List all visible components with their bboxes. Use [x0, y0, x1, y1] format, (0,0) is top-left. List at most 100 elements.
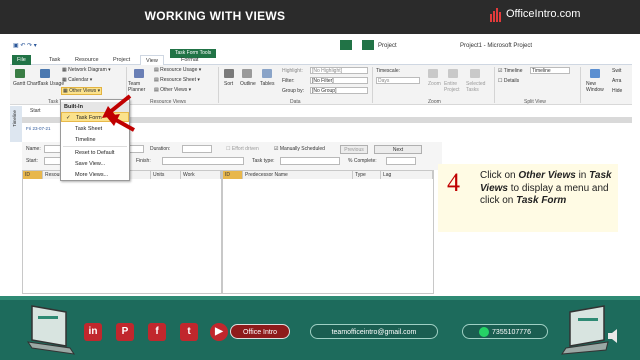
switch-windows-button[interactable]: Swit [612, 68, 621, 74]
grid-right-col-id: ID [223, 171, 243, 179]
effort-driven-checkbox[interactable]: ☐ Effort driven [226, 146, 259, 152]
entire-project-icon [448, 69, 458, 78]
youtube-icon[interactable]: ▶ [210, 323, 228, 341]
timeline-start-label: Start [30, 108, 41, 114]
menu-item-more-views[interactable]: More Views... [61, 170, 129, 180]
resource-usage-label: Resource Usage [160, 67, 198, 73]
timeline-side-strip: Timeline [10, 106, 22, 142]
phone-number: 7355107776 [492, 329, 531, 336]
task-type-label: Task type: [252, 158, 275, 164]
email-link[interactable]: teamofficeintro@gmail.com [310, 324, 438, 339]
tab-format[interactable]: Format [176, 55, 203, 65]
whatsapp-link[interactable]: 7355107776 [462, 324, 548, 339]
task-type-select[interactable] [280, 157, 340, 165]
grid-left-col-work: Work [181, 171, 221, 179]
gantt-chart-button[interactable]: Gantt Chart [13, 81, 39, 87]
details-checkbox[interactable]: ☐ Details [498, 78, 519, 84]
timescale-select[interactable]: Days [376, 77, 420, 84]
resources-grid: ID Resource Name Units Work [22, 170, 222, 294]
office-intro-link[interactable]: Office Intro [230, 324, 290, 339]
instruction-text: Click on Other Views in Task Views to di… [480, 170, 612, 206]
timescale-label: Timescale: [376, 68, 400, 74]
timeline-strip-label: Timeline [12, 110, 17, 127]
whatsapp-icon [479, 327, 490, 338]
tables-button[interactable]: Tables [260, 81, 274, 87]
sort-icon [224, 69, 234, 78]
highlight-label: Highlight: [282, 68, 303, 74]
tab-project[interactable]: Project [108, 55, 135, 65]
groupby-select[interactable]: [No Group] [310, 87, 368, 94]
network-diagram-label: Network Diagram [68, 67, 107, 73]
percent-complete-field[interactable] [386, 157, 416, 165]
arrange-all-button[interactable]: Arra [612, 78, 621, 84]
groupby-label: Group by: [282, 88, 304, 94]
project-app-icon-2 [362, 40, 374, 50]
previous-button[interactable]: Previous [340, 145, 368, 154]
manually-scheduled-label: Manually Scheduled [279, 146, 325, 152]
resource-sheet-label: Resource Sheet [160, 77, 196, 83]
zoom-icon [428, 69, 438, 78]
name-label: Name: [26, 146, 41, 152]
menu-item-reset[interactable]: Reset to Default [61, 148, 129, 158]
step-number: 4 [447, 168, 460, 197]
pinterest-icon[interactable]: P [116, 323, 134, 341]
calendar-label: Calendar [68, 77, 89, 83]
resource-sheet-button[interactable]: ▤ Resource Sheet ▾ [154, 77, 200, 83]
details-checkbox-label: Details [503, 78, 520, 84]
new-window-button[interactable]: New Window [586, 81, 608, 93]
brand-logo-icon [490, 8, 504, 24]
tables-icon [262, 69, 272, 78]
finish-label: Finish: [136, 158, 151, 164]
finish-field[interactable] [162, 157, 244, 165]
zoom-button[interactable]: Zoom [428, 81, 441, 87]
menu-item-save-view[interactable]: Save View... [61, 159, 129, 169]
sort-button[interactable]: Sort [224, 81, 233, 87]
timeline-checkbox[interactable]: ☑ Timeline [498, 68, 523, 74]
window-title: Project1 - Microsoft Project [460, 43, 533, 49]
twitter-icon[interactable]: t [180, 323, 198, 341]
tab-file[interactable]: File [12, 55, 31, 65]
group-split-view: Split View [524, 99, 546, 105]
filter-select[interactable]: [No Filter] [310, 77, 368, 84]
team-planner-icon [134, 69, 144, 78]
hide-button[interactable]: Hide [612, 88, 622, 94]
group-data: Data [290, 99, 301, 105]
resource-other-views-label: Other Views [160, 87, 188, 93]
ribbon-tabs: File Task Resource Project View Task For… [10, 49, 632, 65]
calendar-button[interactable]: ▦ Calendar ▾ [62, 77, 92, 83]
grid-right-col-lag: Lag [381, 171, 433, 179]
filter-label: Filter: [282, 78, 295, 84]
grid-left-col-id: ID [23, 171, 43, 179]
speaker-icon[interactable] [606, 328, 624, 344]
manually-scheduled-checkbox[interactable]: ☑ Manually Scheduled [274, 146, 325, 152]
facebook-icon[interactable]: f [148, 323, 166, 341]
checkmark-icon: ✓ [66, 115, 71, 121]
highlight-select[interactable]: [No Highlight] [310, 67, 368, 74]
grid-left-col-units: Units [151, 171, 181, 179]
brand-name: OfficeIntro.com [506, 8, 581, 20]
resource-usage-button[interactable]: ▤ Resource Usage ▾ [154, 67, 201, 73]
quick-access-icons[interactable]: ▣ ↶ ↷ ▾ [13, 42, 37, 49]
timeline-start-date: Fri 23-07-21 [26, 126, 51, 131]
tab-task[interactable]: Task [44, 55, 65, 65]
timeline-checkbox-label: Timeline [503, 68, 523, 74]
pointer-arrow-icon-2 [106, 114, 135, 132]
network-diagram-button[interactable]: ▦ Network Diagram ▾ [62, 67, 111, 73]
predecessors-grid: ID Predecessor Name Type Lag [222, 170, 434, 294]
group-resource-views: Resource Views [150, 99, 187, 105]
tab-resource[interactable]: Resource [70, 55, 104, 65]
selected-tasks-button[interactable]: Selected Tasks [466, 81, 490, 93]
linkedin-icon[interactable]: in [84, 323, 102, 341]
outline-button[interactable]: Outline [240, 81, 256, 87]
new-window-icon [590, 69, 600, 78]
task-usage-icon [40, 69, 50, 78]
slide-title: WORKING WITH VIEWS [144, 9, 286, 23]
tab-view[interactable]: View [140, 55, 164, 65]
resource-other-views-button[interactable]: ▤ Other Views ▾ [154, 87, 191, 93]
timeline-select[interactable]: Timeline [530, 67, 570, 74]
duration-field[interactable] [182, 145, 212, 153]
outline-icon [242, 69, 252, 78]
entire-project-button[interactable]: Entire Project [444, 81, 466, 93]
next-button[interactable]: Next [374, 145, 422, 154]
menu-divider [63, 146, 127, 147]
